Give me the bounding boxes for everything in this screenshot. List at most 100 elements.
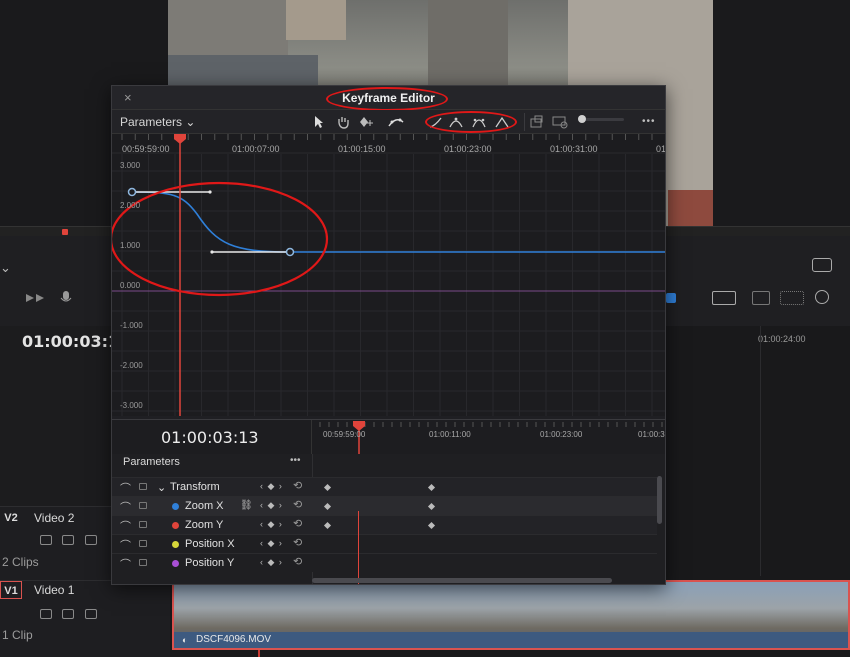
ruler-timecode: 01 — [656, 144, 666, 154]
ruler-label: 01:00:24:00 — [758, 334, 806, 344]
current-timecode[interactable]: 01:00:03:13 — [161, 428, 259, 447]
keyframe-marker[interactable] — [323, 502, 332, 511]
param-row-position-y[interactable]: ⌒ Position Y ‹ ◆ › ⟲ — [112, 553, 657, 572]
hand-icon[interactable] — [336, 115, 350, 132]
curve-tool-icon[interactable] — [388, 115, 404, 132]
y-axis-label: 3.000 — [120, 161, 141, 170]
keyframe-nav-controls[interactable]: ‹ ◆ › — [260, 519, 283, 530]
lock-icon[interactable] — [139, 483, 147, 490]
keyframe-marker[interactable] — [427, 521, 436, 530]
keyframe-point[interactable] — [285, 247, 295, 257]
zoom-out-icon[interactable] — [815, 290, 829, 304]
more-options-icon[interactable]: ••• — [290, 455, 301, 466]
clip-fx-icon: ◐ — [182, 635, 188, 645]
track-tag[interactable]: V1 — [0, 581, 22, 599]
param-row-transform[interactable]: ⌒ ⌄ Transform ‹ ◆ › ⟲ — [112, 477, 657, 496]
curve-graph[interactable]: 00:59:59:00 01:00:07:00 01:00:15:00 01:0… — [112, 134, 665, 416]
curve-toggle-icon[interactable]: ⌒ — [120, 556, 131, 572]
ruler-timecode: 00:59:59:00 — [323, 430, 366, 439]
clip-label: ◐ DSCF4096.MOV — [174, 632, 848, 648]
track-clip-count: 2 Clips — [2, 555, 39, 569]
flag-icon[interactable] — [22, 291, 48, 305]
parameters-dropdown[interactable]: Parameters ⌄ — [120, 115, 195, 129]
zoom-view-icon[interactable] — [552, 115, 568, 132]
parameters-header: Parameters ••• — [112, 455, 312, 474]
param-label: Zoom Y — [185, 519, 224, 531]
ruler-timecode: 01:00:31:00 — [550, 144, 598, 154]
reset-icon[interactable]: ⟲ — [293, 536, 302, 549]
ruler-timecode: 01:00:23:00 — [540, 430, 583, 439]
keyframe-marker[interactable] — [427, 483, 436, 492]
lower-playhead[interactable] — [358, 511, 359, 584]
lock-icon[interactable] — [139, 559, 147, 566]
more-options-icon[interactable]: ••• — [642, 115, 656, 129]
curve-toggle-icon[interactable]: ⌒ — [120, 499, 131, 515]
y-axis-label: 0.000 — [120, 281, 141, 290]
clip-name: DSCF4096.MOV — [196, 634, 272, 645]
reset-icon[interactable]: ⟲ — [293, 555, 302, 568]
reset-icon[interactable]: ⟲ — [293, 517, 302, 530]
zoom-slider[interactable] — [578, 115, 624, 123]
vertical-scrollbar[interactable] — [657, 476, 662, 524]
keyframe-editor-titlebar[interactable]: × Keyframe Editor — [112, 86, 665, 111]
lock-icon[interactable] — [139, 521, 147, 528]
y-axis-label: -3.000 — [120, 401, 143, 410]
keyframe-marker[interactable] — [323, 483, 332, 492]
curve-toggle-icon[interactable]: ⌒ — [120, 480, 131, 496]
horizontal-scrollbar[interactable] — [312, 578, 612, 583]
zoom-curve[interactable] — [131, 191, 665, 253]
param-row-zoom-y[interactable]: ⌒ Zoom Y ‹ ◆ › ⟲ — [112, 515, 657, 534]
curve-toggle-icon[interactable]: ⌒ — [120, 537, 131, 553]
video-toggle-icon[interactable] — [85, 535, 97, 545]
auto-select-icon[interactable] — [62, 535, 74, 545]
add-keyframe-icon[interactable] — [358, 115, 374, 132]
snap-icon[interactable] — [530, 115, 544, 132]
param-row-position-x[interactable]: ⌒ Position X ‹ ◆ › ⟲ — [112, 534, 657, 553]
zoom-detail-icon[interactable] — [712, 291, 736, 305]
lock-icon[interactable] — [40, 609, 52, 619]
keyframe-marker[interactable] — [427, 502, 436, 511]
lock-icon[interactable] — [139, 502, 147, 509]
video-clip[interactable]: ◐ DSCF4096.MOV — [172, 580, 850, 650]
annotation-circle — [326, 87, 448, 111]
zoom-full-icon[interactable] — [780, 291, 804, 305]
param-color-dot — [172, 522, 179, 529]
reset-icon[interactable]: ⟲ — [293, 479, 302, 492]
param-row-zoom-x[interactable]: ⌒ Zoom X ⛓ ‹ ◆ › ⟲ — [112, 496, 657, 515]
bezier-handle-point[interactable] — [208, 190, 212, 194]
ruler-timecode: 01:00:23:00 — [444, 144, 492, 154]
lock-icon[interactable] — [139, 540, 147, 547]
timecode-box: 01:00:03:13 — [112, 420, 312, 454]
reset-icon[interactable]: ⟲ — [293, 498, 302, 511]
keyframe-nav-controls[interactable]: ‹ ◆ › — [260, 481, 283, 492]
lock-icon[interactable] — [40, 535, 52, 545]
track-tag[interactable]: V2 — [0, 509, 22, 527]
chevron-down-icon: ⌄ — [185, 115, 196, 129]
parameters-header-label: Parameters — [123, 456, 180, 468]
y-axis-label: -2.000 — [120, 361, 143, 370]
keyframe-nav-controls[interactable]: ‹ ◆ › — [260, 500, 283, 511]
auto-select-icon[interactable] — [62, 609, 74, 619]
mic-icon[interactable] — [58, 290, 74, 306]
param-label: Position Y — [185, 557, 235, 569]
track-name[interactable]: Video 1 — [34, 583, 74, 597]
expand-chevron-icon[interactable]: ⌄ — [157, 481, 166, 494]
video-toggle-icon[interactable] — [85, 609, 97, 619]
zoom-slider-handle[interactable] — [578, 115, 586, 123]
link-icon[interactable]: ⛓ — [240, 500, 253, 511]
lower-ruler[interactable]: 00:59:59:00 01:00:11:00 01:00:23:00 01:0… — [312, 420, 665, 454]
zoom-custom-icon[interactable] — [752, 291, 770, 305]
curve-toggle-icon[interactable]: ⌒ — [120, 518, 131, 534]
playhead-handle[interactable] — [174, 134, 186, 144]
pointer-icon[interactable] — [314, 115, 324, 132]
y-axis-label: -1.000 — [120, 321, 143, 330]
keyframe-point[interactable] — [127, 187, 137, 197]
toolbar-chevron-icon[interactable]: ⌄ — [0, 260, 11, 276]
bezier-handle-point[interactable] — [210, 250, 214, 254]
track-name[interactable]: Video 2 — [34, 511, 74, 525]
fullscreen-icon[interactable] — [812, 258, 832, 272]
flag-color-icon[interactable] — [666, 293, 676, 303]
keyframe-marker[interactable] — [323, 521, 332, 530]
keyframe-nav-controls[interactable]: ‹ ◆ › — [260, 557, 283, 568]
keyframe-nav-controls[interactable]: ‹ ◆ › — [260, 538, 283, 549]
